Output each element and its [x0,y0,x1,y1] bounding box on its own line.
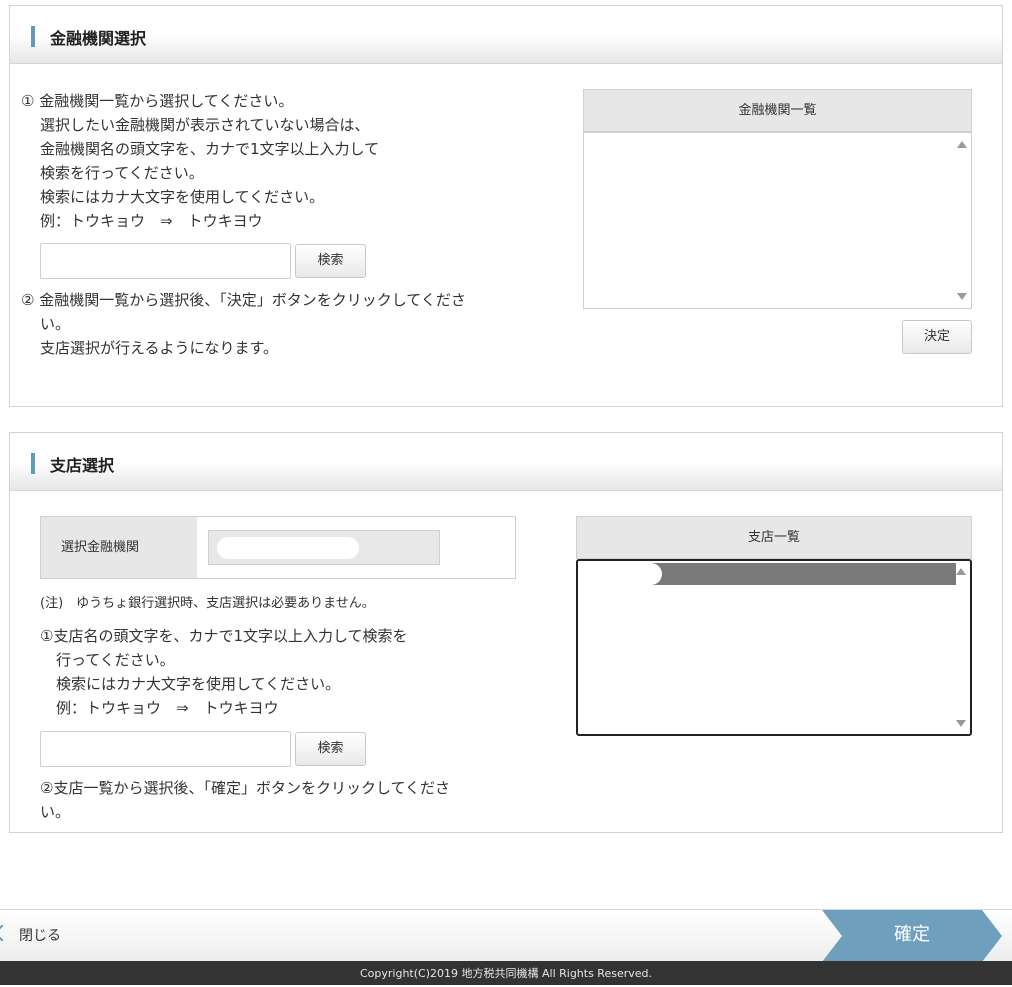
bank-selection-panel: 金融機関選択 ① 金融機関一覧から選択してください。 選択したい金融機関が表示さ… [9,5,1003,407]
confirm-button[interactable]: 確定 [822,910,1002,962]
branch-search-input[interactable] [40,731,291,767]
header-accent-bar [31,26,35,47]
selected-bank-table: 選択金融機関 [40,516,516,579]
branch-instruction-line-3: 検索にはカナ大文字を使用してください。 [56,675,341,693]
close-label: 閉じる [19,928,61,944]
redacted-text [217,537,359,559]
branch-step2-line-1: ②支店一覧から選択後、「確定」ボタンをクリックしてくださ [40,779,451,797]
bank-instruction-line-5: 検索にはカナ大文字を使用してください。 [40,188,325,206]
scroll-down-icon[interactable] [956,720,966,727]
selected-bank-label: 選択金融機関 [41,517,197,578]
scroll-up-icon[interactable] [957,141,967,148]
bank-search-input[interactable] [40,243,291,279]
footer-action-bar: 閉じる 確定 [0,909,1012,962]
branch-instruction-line-2: 行ってください。 [56,651,175,669]
bank-step2-line-2: い。 [40,315,71,333]
bank-instruction-line-3: 金融機関名の頭文字を、カナで1文字以上入力して [40,140,380,158]
branch-instruction-example: 例：トウキョウ ⇒ トウキヨウ [56,699,279,717]
bank-panel-header: 金融機関選択 [10,6,1002,64]
chevron-left-icon [0,924,11,942]
bank-search-button[interactable]: 検索 [295,244,366,278]
bank-step2-line-3: 支店選択が行えるようになります。 [40,339,279,357]
bank-section-title: 金融機関選択 [50,29,147,48]
scroll-up-icon[interactable] [956,568,966,575]
branch-list-header: 支店一覧 [576,516,972,559]
redacted-text [580,563,662,585]
branch-list[interactable] [576,559,972,736]
header-accent-bar [31,453,35,474]
branch-selection-panel: 支店選択 選択金融機関 (注) ゆうちょ銀行選択時、支店選択は必要ありません。 … [9,432,1003,833]
branch-step2-line-2: い。 [40,803,71,821]
bank-instruction-line-4: 検索を行ってください。 [40,164,204,182]
copyright-footer: Copyright(C)2019 地方税共同機構 All Rights Rese… [0,961,1012,985]
branch-instruction-line-1: ①支店名の頭文字を、カナで1文字以上入力して検索を [40,627,408,645]
bank-instruction-line-2: 選択したい金融機関が表示されていない場合は、 [40,116,370,134]
branch-section-title: 支店選択 [50,456,115,475]
bank-instruction-line-1: ① 金融機関一覧から選択してください。 [21,92,294,110]
decide-button[interactable]: 決定 [902,320,972,354]
branch-panel-header: 支店選択 [10,433,1002,491]
bank-step2-line-1: ② 金融機関一覧から選択後、「決定」ボタンをクリックしてくださ [21,291,466,309]
branch-list-selected-item[interactable] [580,563,956,585]
bank-list[interactable] [583,132,972,309]
selected-bank-value [208,530,440,565]
branch-search-button[interactable]: 検索 [295,732,366,766]
scroll-down-icon[interactable] [957,293,967,300]
bank-instruction-example: 例：トウキョウ ⇒ トウキヨウ [40,212,263,230]
bank-list-header: 金融機関一覧 [583,89,972,132]
branch-note: (注) ゆうちょ銀行選択時、支店選択は必要ありません。 [40,596,375,611]
